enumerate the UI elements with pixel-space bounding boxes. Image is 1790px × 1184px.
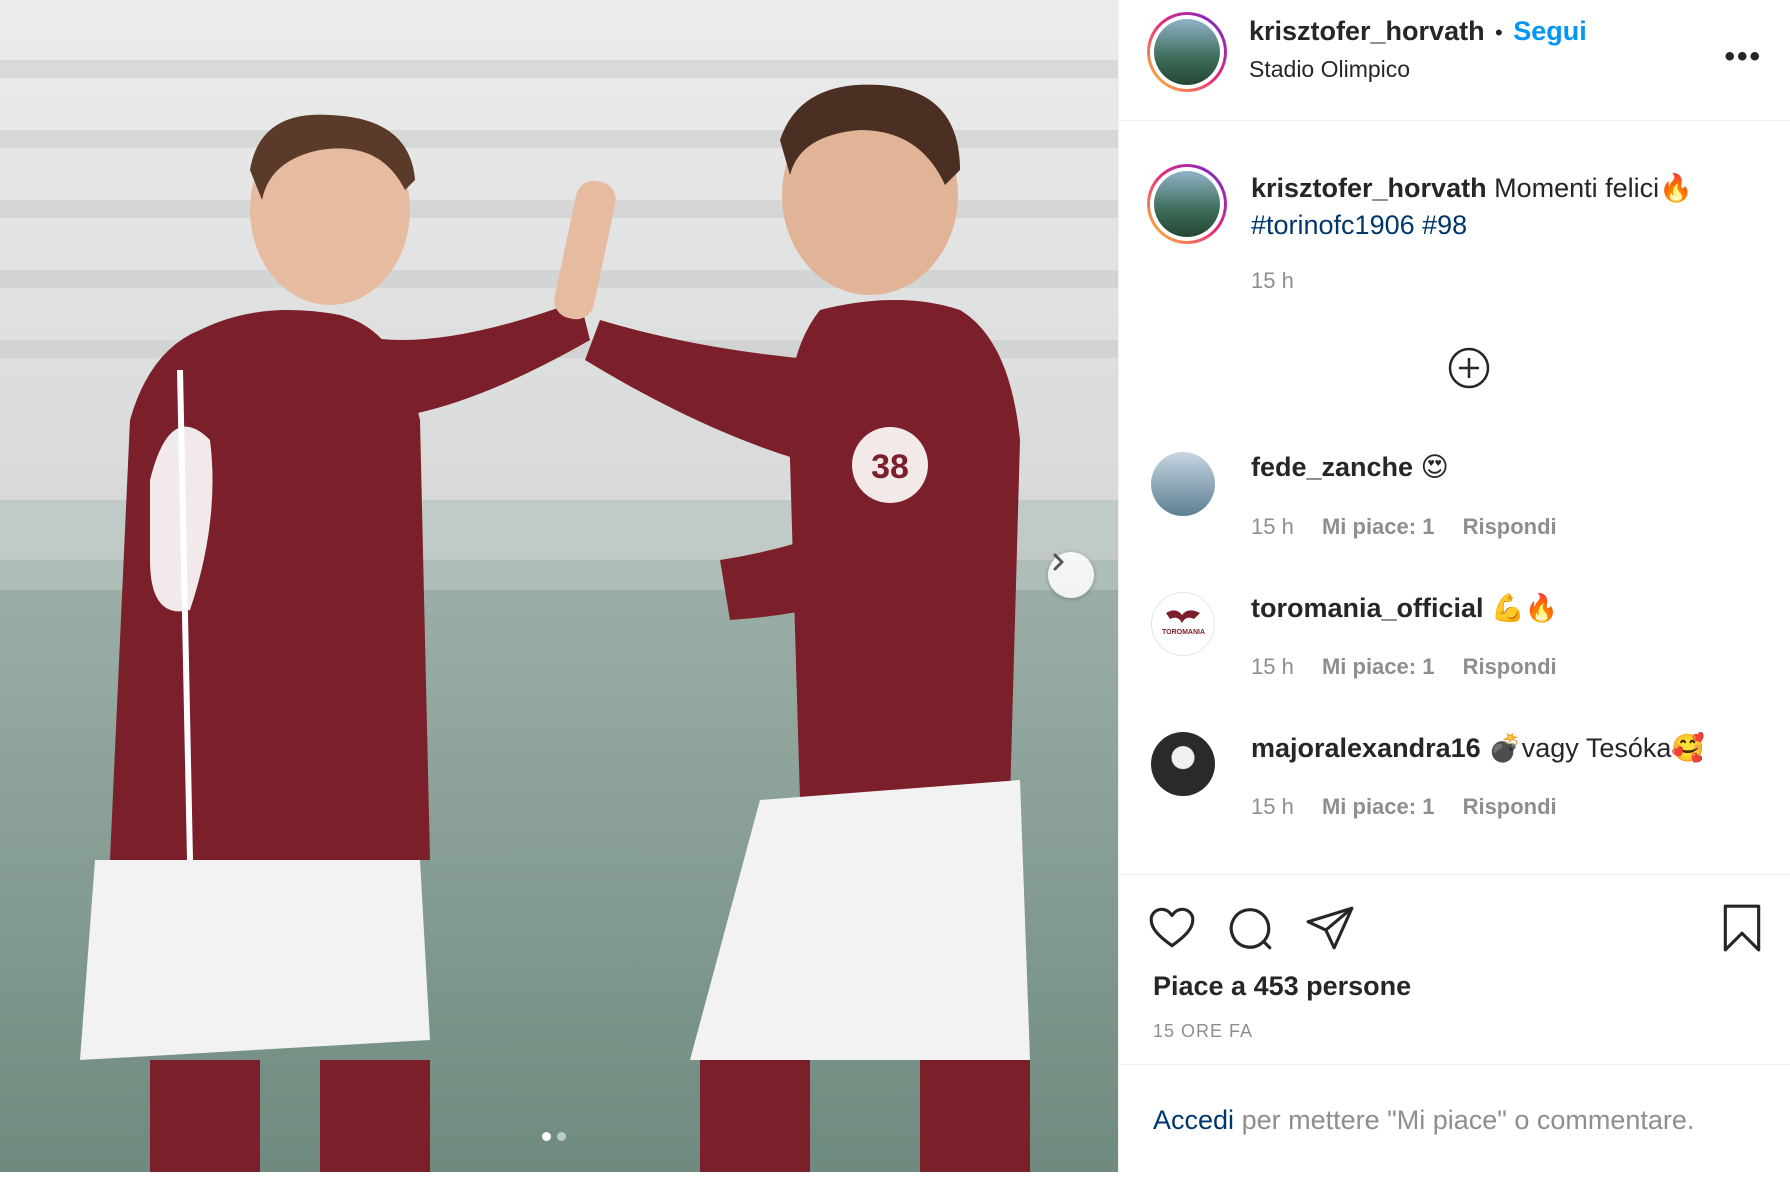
share-button[interactable] (1305, 903, 1355, 953)
bookmark-icon (1723, 904, 1761, 952)
caption: krisztofer_horvath Momenti felici🔥 #tori… (1251, 170, 1751, 244)
commenter-avatar[interactable] (1151, 732, 1215, 796)
post-frame: 38 krisztofer_horvath • Segui Stadio Oli… (0, 0, 1790, 1172)
add-circle-icon (1448, 347, 1490, 389)
toromania-logo-text: TOROMANIA (1162, 629, 1206, 636)
comment-username[interactable]: toromania_official (1251, 593, 1484, 623)
login-prompt-text: per mettere "Mi piace" o commentare. (1241, 1105, 1695, 1135)
slide-dot (557, 1132, 566, 1141)
commenter-avatar[interactable] (1151, 452, 1215, 516)
chevron-right-icon (1053, 553, 1064, 571)
post-actions: Piace a 453 persone 15 ORE FA (1119, 874, 1790, 1065)
next-slide-button[interactable] (1048, 552, 1094, 598)
login-link[interactable]: Accedi (1153, 1105, 1234, 1135)
comment-likes[interactable]: Mi piace: 1 (1322, 654, 1434, 679)
load-more-comments-button[interactable] (1447, 346, 1491, 390)
comment-text: 💣vagy Tesóka🥰 (1488, 733, 1705, 763)
more-options-button[interactable]: ••• (1724, 40, 1762, 74)
caption-time: 15 h (1251, 268, 1294, 293)
svg-text:38: 38 (871, 448, 909, 486)
post-header: krisztofer_horvath • Segui Stadio Olimpi… (1119, 0, 1790, 121)
post-side-panel: krisztofer_horvath • Segui Stadio Olimpi… (1118, 0, 1790, 1172)
comment-icon (1229, 908, 1272, 950)
reply-button[interactable]: Rispondi (1463, 654, 1557, 679)
comment-text: 💪🔥 (1491, 593, 1559, 623)
separator-dot: • (1495, 20, 1503, 45)
post-photo[interactable]: 38 (0, 0, 1118, 1172)
post-timestamp[interactable]: 15 ORE FA (1153, 1021, 1253, 1042)
hashtag-98[interactable]: #98 (1422, 210, 1467, 240)
caption-text: Momenti felici🔥 (1494, 173, 1693, 203)
likes-count[interactable]: Piace a 453 persone (1153, 971, 1411, 1002)
comment-time: 15 h (1251, 794, 1294, 819)
heart-icon (1149, 907, 1195, 948)
photo-illustration: 38 (0, 0, 1118, 1172)
comment-button[interactable] (1225, 903, 1275, 953)
comment-text: 😍 (1420, 452, 1449, 482)
slide-dot-active (542, 1132, 551, 1141)
hashtag-torinofc1906[interactable]: #torinofc1906 (1251, 210, 1415, 240)
commenter-avatar[interactable]: TOROMANIA (1151, 592, 1215, 656)
toromania-logo (1166, 610, 1200, 623)
caption-username[interactable]: krisztofer_horvath (1251, 173, 1487, 203)
comment-likes[interactable]: Mi piace: 1 (1322, 794, 1434, 819)
caption-author-avatar[interactable] (1147, 164, 1227, 244)
author-avatar[interactable] (1147, 12, 1227, 92)
follow-button[interactable]: Segui (1513, 16, 1587, 46)
author-username[interactable]: krisztofer_horvath (1249, 16, 1485, 46)
share-icon (1306, 906, 1354, 950)
comment-username[interactable]: fede_zanche (1251, 452, 1413, 482)
slide-indicator (542, 1132, 566, 1141)
post-location[interactable]: Stadio Olimpico (1249, 56, 1410, 83)
comment-likes[interactable]: Mi piace: 1 (1322, 514, 1434, 539)
like-button[interactable] (1147, 903, 1197, 953)
save-button[interactable] (1717, 903, 1767, 953)
reply-button[interactable]: Rispondi (1463, 514, 1557, 539)
comment-time: 15 h (1251, 514, 1294, 539)
comment-time: 15 h (1251, 654, 1294, 679)
login-prompt: Accedi per mettere "Mi piace" o commenta… (1119, 1064, 1790, 1173)
comment-username[interactable]: majoralexandra16 (1251, 733, 1481, 763)
reply-button[interactable]: Rispondi (1463, 794, 1557, 819)
